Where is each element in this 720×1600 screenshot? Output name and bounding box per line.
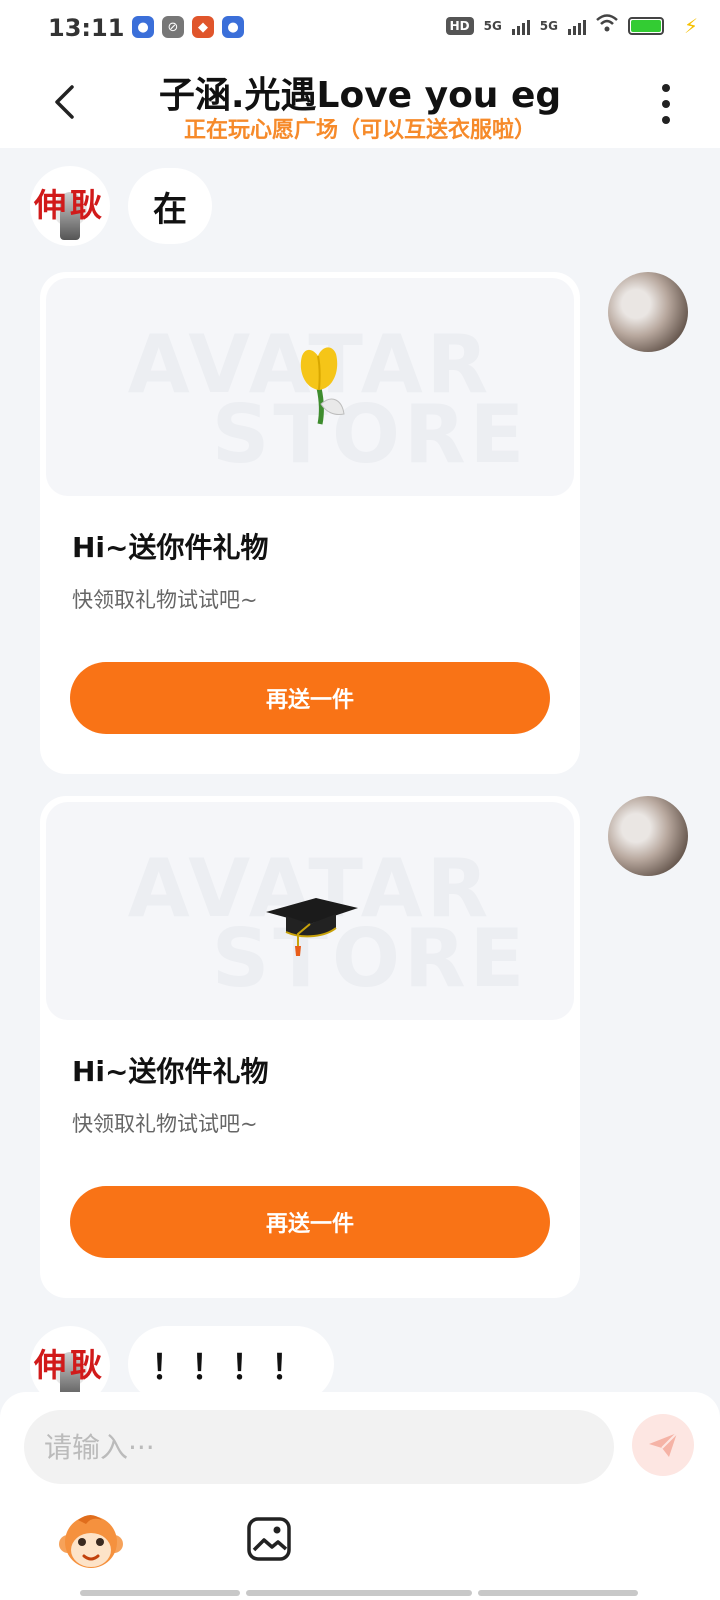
gift-title: Hi~送你件礼物	[72, 1055, 269, 1088]
message-bubble[interactable]: 在	[128, 168, 212, 244]
home-indicator	[246, 1590, 472, 1596]
more-dot-icon	[662, 116, 670, 124]
more-dot-icon	[662, 84, 670, 92]
contact-avatar[interactable]: 伸耿	[30, 166, 110, 246]
network-label-1: 5G	[483, 18, 502, 33]
status-time: 13:11	[48, 14, 125, 42]
graduation-cap-icon	[266, 898, 358, 956]
chat-status-subtitle: 正在玩心愿广场（可以互送衣服啦）	[183, 118, 536, 143]
image-button[interactable]	[246, 1516, 292, 1562]
message-input[interactable]	[24, 1410, 614, 1484]
signal-icon	[511, 17, 530, 35]
send-button[interactable]	[632, 1414, 694, 1476]
chevron-left-icon	[55, 85, 74, 119]
emoji-button[interactable]	[58, 1512, 124, 1572]
avatar-calligraphy: 伸耿	[33, 186, 106, 224]
avatar-calligraphy: 伸耿	[33, 1346, 106, 1384]
chat-header: 子涵.光遇Love you eg 正在玩心愿广场（可以互送衣服啦）	[0, 56, 720, 148]
send-again-button[interactable]: 再送一件	[70, 662, 550, 734]
more-options-button[interactable]	[656, 84, 676, 124]
gift-title: Hi~送你件礼物	[72, 531, 269, 564]
more-dot-icon	[662, 100, 670, 108]
chat-title: 子涵.光遇Love you eg	[158, 75, 562, 116]
app-notification-icon-2: ●	[222, 16, 244, 38]
notification-icons: ● ⊘ ◆ ●	[132, 16, 244, 38]
link-notification-icon: ⊘	[162, 16, 184, 38]
tulip-icon	[300, 347, 345, 425]
gift-preview: AVATAR STORE	[46, 802, 574, 1020]
monkey-face-icon	[59, 1515, 123, 1568]
game-notification-icon: ◆	[192, 16, 214, 38]
back-button[interactable]	[44, 80, 84, 124]
charging-icon: ⚡	[683, 14, 698, 38]
send-again-button[interactable]: 再送一件	[70, 1186, 550, 1258]
gift-description: 快领取礼物试试吧~	[72, 588, 258, 612]
my-avatar[interactable]	[608, 272, 688, 352]
gift-description: 快领取礼物试试吧~	[72, 1112, 258, 1136]
status-bar: 13:11 ● ⊘ ◆ ● HD 5G 5G ⚡	[0, 0, 720, 56]
app-notification-icon: ●	[132, 16, 154, 38]
gift-card[interactable]: AVATAR STORE Hi~送你件礼物 快领取礼物试试吧~ 再送一件	[40, 796, 580, 1298]
hd-badge: HD	[445, 16, 474, 35]
signal-icon-2	[568, 17, 586, 35]
paper-plane-icon	[649, 1432, 678, 1457]
wifi-icon	[596, 14, 618, 37]
network-label-2: 5G	[539, 18, 558, 33]
my-avatar[interactable]	[608, 796, 688, 876]
image-icon	[247, 1517, 291, 1561]
chat-screen: 13:11 ● ⊘ ◆ ● HD 5G 5G ⚡ 子涵.光遇Love you e…	[0, 0, 720, 1600]
message-bubble[interactable]: ！！！！	[128, 1326, 334, 1402]
battery-icon	[628, 16, 664, 35]
home-indicator	[80, 1590, 240, 1596]
gift-preview: AVATAR STORE	[46, 278, 574, 496]
input-panel	[0, 1392, 720, 1600]
system-icons: HD 5G 5G	[445, 14, 664, 37]
home-indicator	[478, 1590, 638, 1596]
gift-card[interactable]: AVATAR STORE Hi~送你件礼物 快领取礼物试试吧~ 再送一件	[40, 272, 580, 774]
